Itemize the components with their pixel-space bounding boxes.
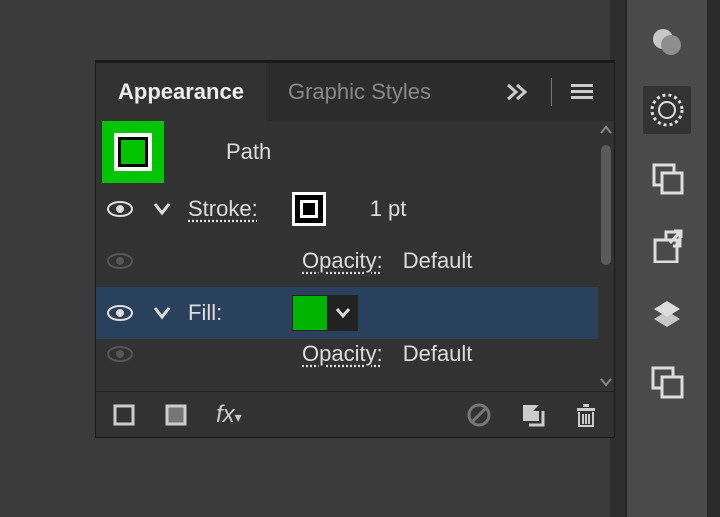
add-effect-button[interactable]: fx▾ [216,401,242,429]
target-row[interactable]: Path [96,121,598,183]
layers-icon[interactable] [643,290,691,338]
fill-row[interactable]: Fill: [96,287,598,339]
visibility-toggle-stroke-opacity[interactable] [104,251,136,271]
duplicate-item-icon[interactable] [520,402,546,428]
delete-item-icon[interactable] [574,402,598,428]
right-tool-dock [626,0,708,517]
appearance-icon[interactable] [643,86,691,134]
visibility-toggle-stroke[interactable] [104,199,136,219]
appearance-panel: Appearance Graphic Styles [95,60,615,438]
graphic-styles-icon[interactable] [643,154,691,202]
fill-swatch-dropdown[interactable] [328,295,358,331]
visibility-toggle-fill-opacity[interactable] [104,344,136,364]
scroll-track[interactable] [601,139,611,373]
new-fill-icon[interactable] [164,403,188,427]
stroke-weight-value[interactable]: 1 pt [370,196,407,222]
fx-label: fx [216,401,235,429]
opacity2-value: Default [403,341,473,367]
artboards-icon[interactable] [643,358,691,406]
tab-graphic-styles[interactable]: Graphic Styles [266,63,453,121]
stroke-label[interactable]: Stroke: [188,196,258,222]
tab-appearance[interactable]: Appearance [96,63,266,121]
target-thumbnail[interactable] [102,121,164,183]
appearance-rows: Path Stroke: 1 pt [96,121,598,391]
new-stroke-icon[interactable] [112,403,136,427]
scroll-thumb[interactable] [601,145,611,265]
panel-tabbar: Appearance Graphic Styles [96,63,614,121]
clear-appearance-icon[interactable] [466,402,492,428]
opacity-value: Default [403,248,473,274]
expand-stroke-icon[interactable] [150,202,174,216]
stroke-opacity-row[interactable]: Opacity: Default [96,235,598,287]
color-guide-icon[interactable] [643,18,691,66]
target-label: Path [226,139,271,165]
collapse-icon[interactable] [505,82,533,102]
link-icon[interactable] [643,222,691,270]
fill-swatch[interactable] [292,295,328,331]
panel-scrollbar[interactable] [598,121,614,391]
stroke-swatch[interactable] [292,192,326,226]
panel-menu-icon[interactable] [570,82,594,102]
stroke-row[interactable]: Stroke: 1 pt [96,183,598,235]
divider [551,78,552,106]
scroll-up-icon[interactable] [600,121,612,139]
opacity-label[interactable]: Opacity: [302,248,383,274]
fill-opacity-row[interactable]: Opacity: Default [96,339,598,369]
window-edge [710,0,720,517]
visibility-toggle-fill[interactable] [104,303,136,323]
opacity2-label[interactable]: Opacity: [302,341,383,367]
scroll-down-icon[interactable] [600,373,612,391]
expand-fill-icon[interactable] [150,306,174,320]
fill-label: Fill: [188,300,222,326]
panel-footer: fx▾ [96,391,614,437]
